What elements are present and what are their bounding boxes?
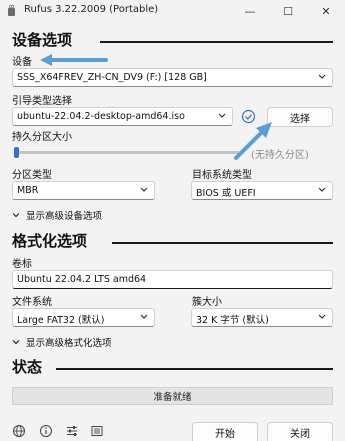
section-divider — [112, 242, 333, 244]
filesystem-value: Large FAT32 (默认) — [17, 315, 105, 326]
chevron-down-icon — [218, 113, 226, 118]
minimize-button[interactable]: — — [231, 0, 269, 22]
chevron-down-icon — [318, 187, 326, 192]
chevron-down-icon — [140, 187, 148, 192]
device-label: 设备 — [12, 57, 32, 68]
cluster-size-label: 簇大小 — [192, 297, 222, 308]
persistent-size-slider[interactable] — [14, 151, 240, 154]
advanced-drive-toggle-label: 显示高级设备选项 — [26, 211, 103, 222]
window-title: Rufus 3.22.2009 (Portable) — [24, 4, 159, 15]
target-system-value: BIOS 或 UEFI — [196, 188, 256, 199]
cluster-size-value: 32 K 字节 (默认) — [196, 315, 269, 326]
target-system-dropdown[interactable]: BIOS 或 UEFI — [191, 181, 333, 200]
filesystem-dropdown[interactable]: Large FAT32 (默认) — [12, 308, 155, 327]
verify-checkmark-icon[interactable] — [241, 109, 256, 124]
partition-scheme-label: 分区类型 — [12, 170, 52, 181]
chevron-down-icon — [12, 340, 20, 345]
usb-drive-icon — [8, 5, 15, 16]
chevron-down-icon — [140, 314, 148, 319]
section-divider — [100, 41, 333, 43]
boot-selection-dropdown[interactable]: ubuntu-22.04.2-desktop-amd64.iso — [12, 107, 233, 126]
select-button[interactable]: 选择 — [267, 107, 333, 127]
minimize-icon: — — [244, 4, 256, 18]
cluster-size-dropdown[interactable]: 32 K 字节 (默认) — [191, 308, 333, 327]
slider-thumb[interactable] — [14, 147, 19, 158]
boot-selection-value: ubuntu-22.04.2-desktop-amd64.iso — [17, 111, 185, 122]
start-button[interactable]: 开始 — [192, 422, 258, 441]
volume-label-field[interactable]: Ubuntu 22.04.2 LTS amd64 — [12, 270, 333, 289]
persistent-size-value: (无持久分区) — [251, 150, 309, 161]
maximize-button[interactable]: ☐ — [269, 0, 307, 22]
annotation-arrow-icon — [40, 54, 108, 66]
advanced-format-toggle-label: 显示高级格式化选项 — [26, 338, 112, 349]
close-window-button[interactable]: ✕ — [307, 0, 345, 22]
drive-section-heading: 设备选项 — [12, 31, 73, 49]
chevron-down-icon — [12, 213, 20, 218]
close-button[interactable]: 关闭 — [267, 422, 333, 441]
filesystem-label: 文件系统 — [12, 297, 52, 308]
title-bar: Rufus 3.22.2009 (Portable) — ☐ ✕ — [0, 0, 345, 22]
device-value: SSS_X64FREV_ZH-CN_DV9 (F:) [128 GB] — [17, 72, 207, 83]
section-divider — [56, 368, 333, 370]
globe-icon[interactable] — [12, 424, 26, 438]
status-section-heading: 状态 — [12, 358, 43, 376]
status-progress-bar: 准备就绪 — [12, 387, 333, 405]
maximize-icon: ☐ — [283, 4, 293, 18]
boot-selection-label: 引导类型选择 — [12, 96, 72, 107]
format-section-heading: 格式化选项 — [12, 232, 88, 250]
chevron-down-icon — [318, 314, 326, 319]
partition-scheme-dropdown[interactable]: MBR — [12, 181, 155, 200]
chevron-down-icon — [318, 74, 326, 79]
close-icon: ✕ — [321, 4, 331, 18]
device-dropdown[interactable]: SSS_X64FREV_ZH-CN_DV9 (F:) [128 GB] — [12, 68, 333, 87]
info-icon[interactable] — [39, 424, 53, 438]
settings-sliders-icon[interactable] — [65, 424, 79, 438]
partition-scheme-value: MBR — [17, 185, 39, 196]
advanced-drive-toggle[interactable]: 显示高级设备选项 — [12, 208, 102, 222]
volume-label-label: 卷标 — [12, 259, 32, 270]
advanced-format-toggle[interactable]: 显示高级格式化选项 — [12, 335, 112, 349]
log-icon[interactable] — [90, 424, 104, 438]
persistent-partition-label: 持久分区大小 — [12, 132, 72, 143]
target-system-label: 目标系统类型 — [192, 170, 252, 181]
